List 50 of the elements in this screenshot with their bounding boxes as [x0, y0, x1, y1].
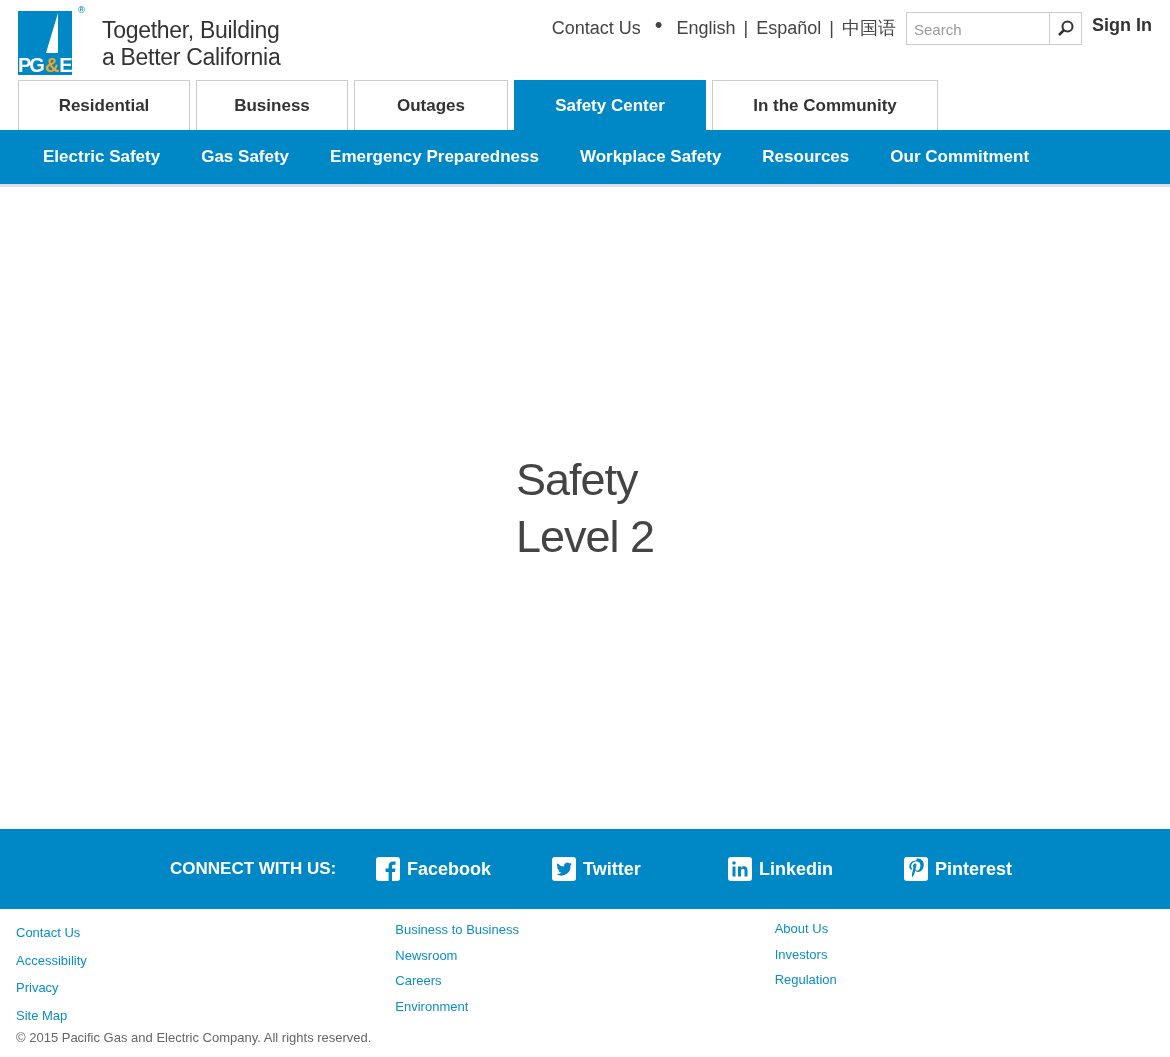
tagline: a Better California — [102, 44, 281, 71]
page-heading: Safety — [515, 453, 640, 507]
nav-tab[interactable]: In the Community — [712, 80, 938, 130]
logo[interactable]: PG&E — [18, 11, 72, 75]
linkedin-icon — [728, 857, 752, 881]
separator: | — [743, 17, 749, 39]
footer-link[interactable]: Careers — [395, 973, 442, 988]
footer-link[interactable]: Regulation — [774, 972, 837, 987]
tagline: Together, Building — [102, 17, 281, 44]
nav-tab[interactable]: Safety Center — [514, 80, 706, 130]
language-link[interactable]: Español — [756, 17, 822, 39]
footer-link[interactable]: Newsroom — [395, 947, 458, 963]
social-link[interactable]: Linkedin — [728, 857, 904, 881]
subnav-link[interactable]: Emergency Preparedness — [330, 147, 539, 167]
footer-link[interactable]: Investors — [774, 946, 828, 962]
footer-link[interactable]: Contact Us — [16, 925, 81, 940]
registered-mark: ® — [77, 6, 86, 15]
footer-link[interactable]: Accessibility — [16, 952, 87, 968]
separator: • — [654, 12, 663, 38]
page-heading: Level 2 — [515, 510, 655, 564]
search-button[interactable] — [1049, 11, 1082, 45]
nav-tab[interactable]: Outages — [354, 80, 508, 130]
footer-link[interactable]: Business to Business — [395, 922, 519, 937]
language-link[interactable]: English — [676, 17, 736, 39]
nav-tab[interactable]: Business — [196, 80, 348, 130]
separator: | — [829, 17, 834, 39]
subnav-link[interactable]: Resources — [762, 147, 850, 167]
bird-icon — [552, 857, 576, 881]
language-link[interactable]: 中国语 — [842, 16, 896, 40]
social-link[interactable]: Pinterest — [904, 857, 1080, 881]
footer-link[interactable]: Environment — [395, 998, 469, 1014]
language-link[interactable]: Contact Us — [551, 17, 641, 39]
pinterest-icon — [904, 857, 928, 881]
subnav-link[interactable]: Electric Safety — [43, 147, 161, 167]
copyright-text: © 2015 Pacific Gas and Electric Company. All rights reserved. — [16, 1030, 373, 1045]
subnav-link[interactable]: Workplace Safety — [579, 147, 722, 167]
lightning-bolt-icon — [46, 13, 58, 53]
nav-tab[interactable]: Residential — [18, 80, 190, 130]
social-link[interactable]: Twitter — [552, 857, 728, 881]
subnav-link[interactable]: Our Commitment — [890, 147, 1030, 167]
sign-in-link[interactable]: Sign In — [1092, 14, 1152, 36]
connect-label: CONNECT WITH US: — [170, 859, 338, 879]
social-link[interactable]: Facebook — [376, 857, 552, 881]
search-field[interactable]: Search — [906, 11, 1049, 45]
subnav-link[interactable]: Gas Safety — [201, 147, 290, 167]
search-icon — [1056, 19, 1075, 37]
footer-link[interactable]: About Us — [774, 921, 829, 936]
footer-link[interactable]: Site Map — [16, 1007, 68, 1023]
footer-link[interactable]: Privacy — [16, 980, 59, 995]
facebook-icon — [376, 857, 400, 881]
